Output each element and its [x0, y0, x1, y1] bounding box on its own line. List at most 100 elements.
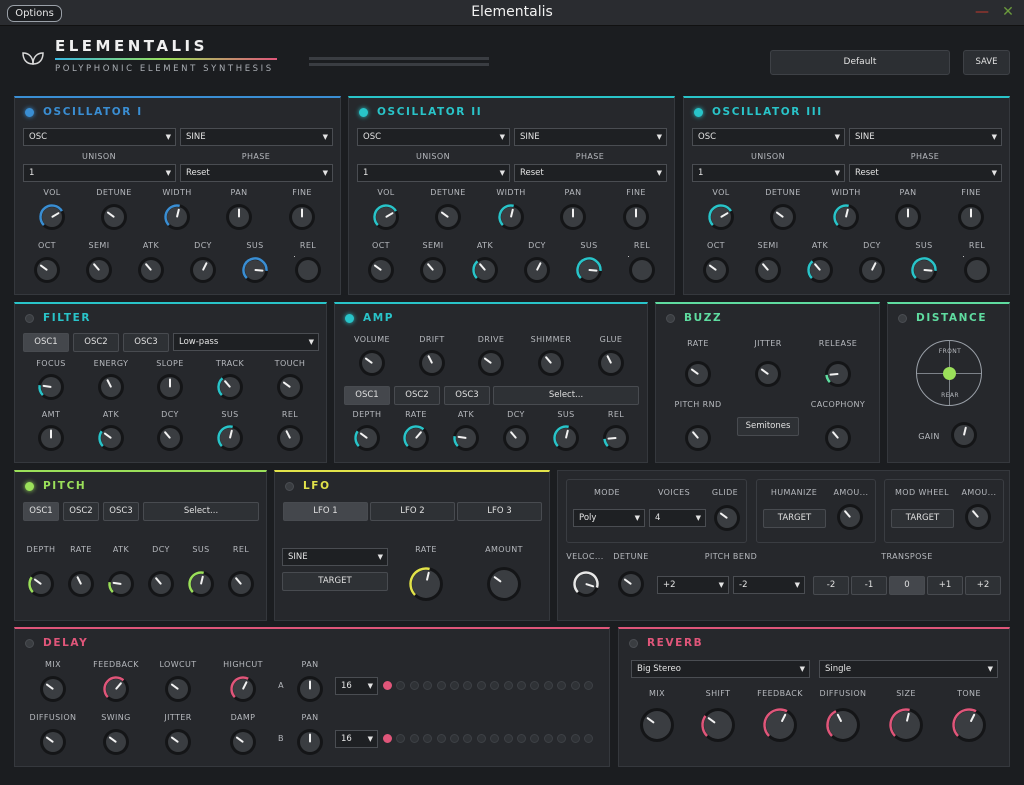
- osc-width-knob[interactable]: [163, 203, 191, 231]
- amp-drive-knob[interactable]: [477, 349, 505, 377]
- delay-step-b-10[interactable]: [503, 734, 513, 743]
- oscillator-2-power-toggle[interactable]: [359, 108, 368, 117]
- delay-step-a-2[interactable]: [396, 681, 406, 690]
- modwheel-amount-knob[interactable]: [964, 503, 992, 531]
- reverb-type-select[interactable]: Big Stereo ▼: [631, 660, 810, 678]
- delay-step-a-7[interactable]: [463, 681, 473, 690]
- distance-panel-power-toggle[interactable]: [898, 314, 907, 323]
- filter-sus-knob[interactable]: [216, 424, 244, 452]
- humanize-amount-knob[interactable]: [836, 503, 864, 531]
- voices-select[interactable]: 4 ▼: [649, 509, 706, 527]
- delay-step-a-13[interactable]: [543, 681, 553, 690]
- osc-vol-knob[interactable]: [372, 203, 400, 231]
- osc-sus-knob[interactable]: [575, 256, 603, 284]
- filter-track-knob[interactable]: [216, 373, 244, 401]
- transpose-button-3[interactable]: +1: [927, 576, 963, 595]
- velocity-knob[interactable]: [572, 570, 600, 598]
- semitones-button[interactable]: Semitones: [737, 417, 799, 436]
- filter-touch-knob[interactable]: [276, 373, 304, 401]
- osc-vol-knob[interactable]: [38, 203, 66, 231]
- buzz-release-knob[interactable]: [824, 360, 852, 388]
- amp-depth-knob[interactable]: [353, 424, 381, 452]
- lfo-tab-1[interactable]: LFO 1: [283, 502, 368, 521]
- buzz-cacophony-knob[interactable]: [824, 424, 852, 452]
- filter-tab-osc3[interactable]: OSC3: [123, 333, 169, 352]
- pitch-rate-knob[interactable]: [67, 570, 95, 598]
- osc-rel-knob[interactable]: [628, 256, 656, 284]
- delay-step-b-13[interactable]: [543, 734, 553, 743]
- lfo-wave-select[interactable]: SINE ▼: [282, 548, 388, 566]
- amp-tab-osc2[interactable]: OSC2: [394, 386, 440, 405]
- delay-step-a-10[interactable]: [503, 681, 513, 690]
- lfo-tab-2[interactable]: LFO 2: [370, 502, 455, 521]
- transpose-button-2[interactable]: 0: [889, 576, 925, 595]
- osc-fine-knob[interactable]: [957, 203, 985, 231]
- reverb-panel-power-toggle[interactable]: [629, 639, 638, 648]
- delay-step-b-11[interactable]: [517, 734, 526, 743]
- reverb-feedback-knob[interactable]: [762, 707, 798, 743]
- oscillator-1-power-toggle[interactable]: [25, 108, 34, 117]
- amp-shimmer-knob[interactable]: [537, 349, 565, 377]
- osc-source-select[interactable]: OSC ▼: [357, 128, 510, 146]
- phase-select[interactable]: Reset ▼: [849, 164, 1002, 182]
- osc-oct-knob[interactable]: [367, 256, 395, 284]
- amp-select-button[interactable]: Select...: [493, 386, 639, 405]
- filter-tab-osc1[interactable]: OSC1: [23, 333, 69, 352]
- options-button[interactable]: Options: [7, 5, 62, 22]
- unison-select[interactable]: 1 ▼: [23, 164, 176, 182]
- reverb-shift-knob[interactable]: [700, 707, 736, 743]
- transpose-button-4[interactable]: +2: [965, 576, 1001, 595]
- osc-wave-select[interactable]: SINE ▼: [849, 128, 1002, 146]
- osc-oct-knob[interactable]: [702, 256, 730, 284]
- amp-panel-power-toggle[interactable]: [345, 314, 354, 323]
- reverb-size-knob[interactable]: [888, 707, 924, 743]
- osc-pan-knob[interactable]: [559, 203, 587, 231]
- delay-damp-knob[interactable]: [229, 728, 257, 756]
- detune-knob[interactable]: [617, 570, 645, 598]
- delay-diffusion-knob[interactable]: [39, 728, 67, 756]
- preset-selector[interactable]: Default: [770, 50, 950, 75]
- lfo-target-button[interactable]: TARGET: [282, 572, 388, 591]
- osc-detune-knob[interactable]: [100, 203, 128, 231]
- pitch-depth-knob[interactable]: [27, 570, 55, 598]
- pan-b-knob[interactable]: [296, 728, 324, 756]
- pan-a-knob[interactable]: [296, 675, 324, 703]
- osc-fine-knob[interactable]: [288, 203, 316, 231]
- pitch-select-button[interactable]: Select...: [143, 502, 259, 521]
- buzz-pitch-rnd-knob[interactable]: [684, 424, 712, 452]
- buzz-rate-knob[interactable]: [684, 360, 712, 388]
- delay-step-a-14[interactable]: [557, 681, 567, 690]
- unison-select[interactable]: 1 ▼: [692, 164, 845, 182]
- delay-step-b-16[interactable]: [584, 734, 593, 743]
- phase-select[interactable]: Reset ▼: [180, 164, 333, 182]
- delay-step-b-2[interactable]: [396, 734, 406, 743]
- oscillator-3-power-toggle[interactable]: [694, 108, 703, 117]
- amp-tab-osc3[interactable]: OSC3: [444, 386, 490, 405]
- delay-lowcut-knob[interactable]: [164, 675, 192, 703]
- pitchbend-down-select[interactable]: -2 ▼: [733, 576, 805, 594]
- osc-detune-knob[interactable]: [434, 203, 462, 231]
- osc-vol-knob[interactable]: [707, 203, 735, 231]
- filter-focus-knob[interactable]: [37, 373, 65, 401]
- osc-width-knob[interactable]: [832, 203, 860, 231]
- delay-step-b-14[interactable]: [557, 734, 567, 743]
- osc-detune-knob[interactable]: [769, 203, 797, 231]
- osc-rel-knob[interactable]: [294, 256, 322, 284]
- amp-volume-knob[interactable]: [358, 349, 386, 377]
- osc-width-knob[interactable]: [497, 203, 525, 231]
- lfo-panel-power-toggle[interactable]: [285, 482, 294, 491]
- pitch-tab-osc3[interactable]: OSC3: [103, 502, 139, 521]
- gain-knob[interactable]: [950, 421, 978, 449]
- osc-sus-knob[interactable]: [241, 256, 269, 284]
- delay-step-a-4[interactable]: [423, 681, 433, 690]
- osc-atk-knob[interactable]: [471, 256, 499, 284]
- lfo-tab-3[interactable]: LFO 3: [457, 502, 542, 521]
- filter-atk-knob[interactable]: [97, 424, 125, 452]
- delay-step-a-1[interactable]: [383, 681, 392, 690]
- pitch-sus-knob[interactable]: [187, 570, 215, 598]
- delay-jitter-knob[interactable]: [164, 728, 192, 756]
- pitch-atk-knob[interactable]: [107, 570, 135, 598]
- save-button[interactable]: SAVE: [963, 50, 1010, 75]
- amp-rate-knob[interactable]: [402, 424, 430, 452]
- reverb-mode-select[interactable]: Single ▼: [819, 660, 998, 678]
